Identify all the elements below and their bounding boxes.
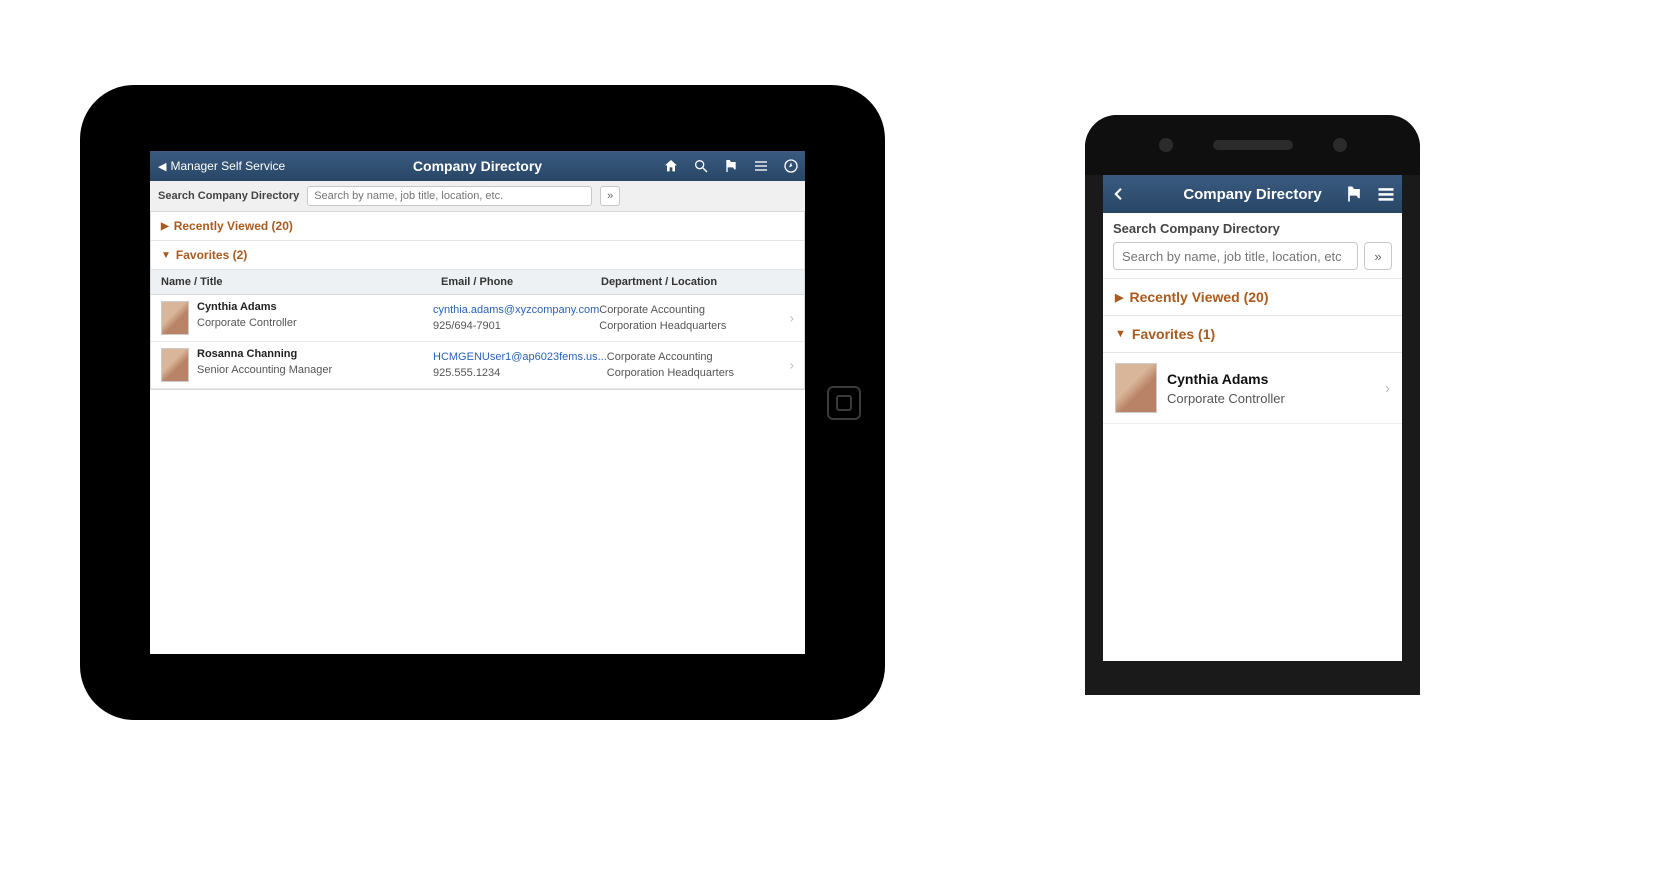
tablet-device-frame: ◀ Manager Self Service Company Directory xyxy=(80,85,885,720)
person-phone: 925/694-7901 xyxy=(433,320,599,332)
section-label: Recently Viewed (20) xyxy=(1129,289,1268,305)
person-title: Senior Accounting Manager xyxy=(197,364,332,376)
person-email[interactable]: HCMGENUser1@ap6023fems.us... xyxy=(433,351,607,363)
person-location: Corporation Headquarters xyxy=(599,320,794,332)
section-label: Recently Viewed (20) xyxy=(174,219,293,233)
search-go-button[interactable]: » xyxy=(1364,242,1392,270)
search-label: Search Company Directory xyxy=(1113,221,1392,236)
person-dept: Corporate Accounting xyxy=(607,351,794,363)
search-icon[interactable] xyxy=(693,158,709,174)
person-row[interactable]: Cynthia Adams Corporate Controller › xyxy=(1103,353,1402,424)
tablet-screen: ◀ Manager Self Service Company Directory xyxy=(150,151,805,654)
col-name-title: Name / Title xyxy=(161,276,441,288)
phone-screen: Company Directory Search Company Directo… xyxy=(1103,175,1402,661)
avatar xyxy=(161,301,189,335)
phone-hardware-top xyxy=(1085,115,1420,175)
person-name: Cynthia Adams xyxy=(1167,371,1285,387)
section-favorites[interactable]: ▼ Favorites (1) xyxy=(1103,316,1402,353)
phone-camera-icon xyxy=(1159,138,1173,152)
person-row[interactable]: Rosanna Channing Senior Accounting Manag… xyxy=(151,342,804,389)
phone-header-bar: Company Directory xyxy=(1103,175,1402,213)
person-title: Corporate Controller xyxy=(1167,391,1285,406)
section-recently-viewed[interactable]: ▶ Recently Viewed (20) xyxy=(151,212,804,241)
avatar xyxy=(161,348,189,382)
search-go-button[interactable]: » xyxy=(600,186,620,206)
chevron-right-icon: › xyxy=(790,311,794,326)
header-icon-group xyxy=(663,158,799,174)
caret-right-icon: ▶ xyxy=(161,221,169,232)
back-button[interactable] xyxy=(1103,185,1133,203)
search-label: Search Company Directory xyxy=(158,190,299,202)
column-header-row: Name / Title Email / Phone Department / … xyxy=(151,270,804,295)
person-name: Cynthia Adams xyxy=(197,301,297,313)
phone-speaker-icon xyxy=(1213,140,1293,150)
chevron-right-icon: › xyxy=(1385,380,1390,397)
person-title: Corporate Controller xyxy=(197,317,297,329)
section-label: Favorites (2) xyxy=(176,248,247,262)
back-label: Manager Self Service xyxy=(170,159,285,173)
section-recently-viewed[interactable]: ▶ Recently Viewed (20) xyxy=(1103,279,1402,316)
compass-icon[interactable] xyxy=(783,158,799,174)
section-favorites[interactable]: ▼ Favorites (2) xyxy=(151,241,804,270)
chevron-right-icon: › xyxy=(790,358,794,373)
avatar xyxy=(1115,363,1157,413)
chevron-left-icon: ◀ xyxy=(158,160,166,173)
section-label: Favorites (1) xyxy=(1132,326,1215,342)
phone-device-frame: Company Directory Search Company Directo… xyxy=(1085,115,1420,695)
person-phone: 925.555.1234 xyxy=(433,367,607,379)
phone-sensor-icon xyxy=(1333,138,1347,152)
menu-icon[interactable] xyxy=(1376,184,1396,204)
person-location: Corporation Headquarters xyxy=(607,367,794,379)
menu-icon[interactable] xyxy=(753,158,769,174)
home-icon[interactable] xyxy=(663,158,679,174)
page-title: Company Directory xyxy=(413,158,542,174)
person-dept: Corporate Accounting xyxy=(599,304,794,316)
flag-icon[interactable] xyxy=(723,158,739,174)
search-bar: Search Company Directory » xyxy=(150,181,805,212)
col-dept-location: Department / Location xyxy=(601,276,794,288)
page-title: Company Directory xyxy=(1183,186,1321,203)
person-email[interactable]: cynthia.adams@xyzcompany.com xyxy=(433,304,599,316)
caret-down-icon: ▼ xyxy=(1115,328,1126,340)
search-input[interactable] xyxy=(307,186,592,206)
tablet-home-button[interactable] xyxy=(827,386,861,420)
tablet-header-bar: ◀ Manager Self Service Company Directory xyxy=(150,151,805,181)
person-name: Rosanna Channing xyxy=(197,348,332,360)
caret-down-icon: ▼ xyxy=(161,250,171,261)
caret-right-icon: ▶ xyxy=(1115,291,1123,304)
person-row[interactable]: Cynthia Adams Corporate Controller cynth… xyxy=(151,295,804,342)
directory-panel: ▶ Recently Viewed (20) ▼ Favorites (2) N… xyxy=(150,212,805,390)
search-bar: Search Company Directory » xyxy=(1103,213,1402,279)
search-input[interactable] xyxy=(1113,242,1358,270)
col-email-phone: Email / Phone xyxy=(441,276,601,288)
flag-icon[interactable] xyxy=(1344,184,1364,204)
back-button[interactable]: ◀ Manager Self Service xyxy=(150,159,293,173)
